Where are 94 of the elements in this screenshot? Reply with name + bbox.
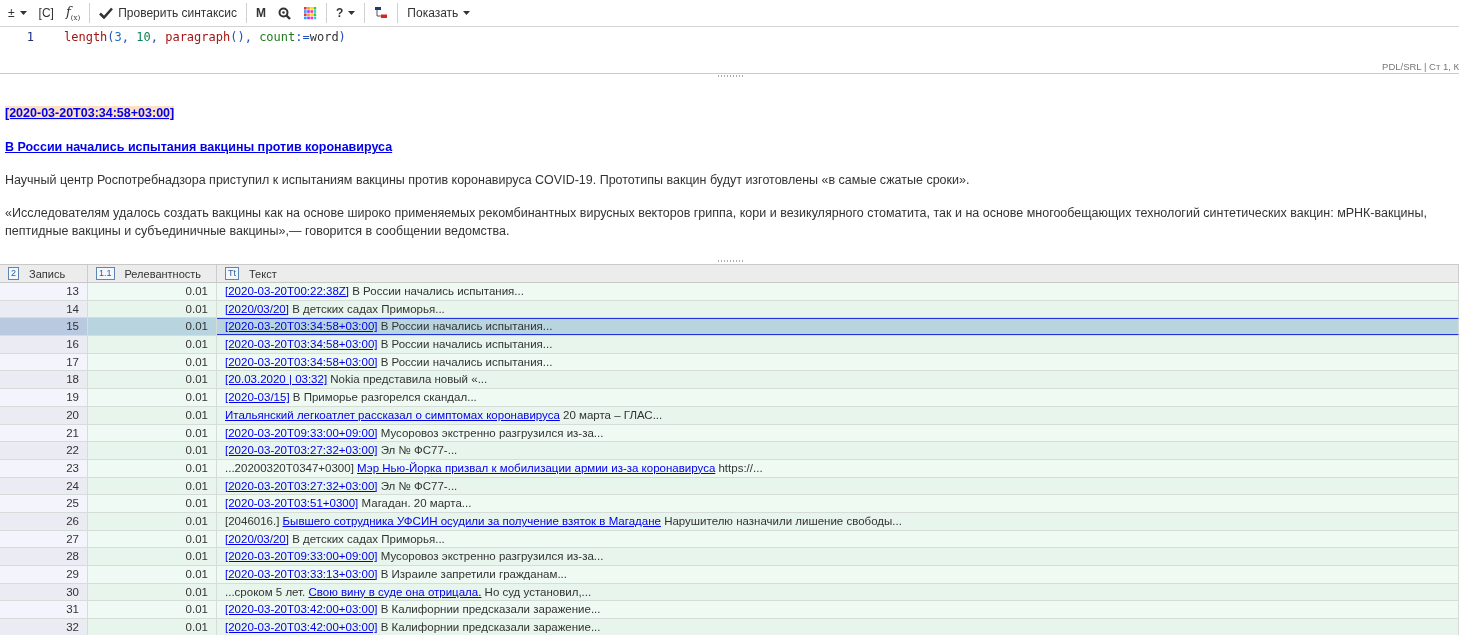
status-text: PDL/SRL | Ст 1, К <box>1382 60 1459 72</box>
text-link[interactable]: [2020-03-20T03:51+0300] <box>225 497 359 510</box>
toolbar-button[interactable]: ± <box>2 1 33 25</box>
table-cell: 0.01 <box>88 318 217 336</box>
table-cell: 19 <box>0 389 88 406</box>
table-row[interactable]: 22 0.01 [2020-03-20T03:27:32+03:00] Эл № ФС77-... <box>0 442 1459 460</box>
table-cell: 32 <box>0 619 88 635</box>
text-link[interactable]: [2020-03-20T03:42:00+03:00] <box>225 621 378 634</box>
zoom-icon <box>278 6 291 20</box>
table-cell: 0.01 <box>88 442 217 459</box>
line-number: 1 <box>25 30 34 44</box>
timestamp-link[interactable]: [2020-03-20T03:34:58+03:00] <box>5 106 175 120</box>
table-cell: 25 <box>0 495 88 512</box>
table-row[interactable]: 32 0.01 [2020-03-20T03:42:00+03:00] В Калифорнии предсказали заражение... <box>0 619 1459 635</box>
column-type-icon: 2 <box>8 267 19 280</box>
table-row[interactable]: 25 0.01 [2020-03-20T03:51+0300] Магадан. 20 марта... <box>0 495 1459 513</box>
table-cell: 0.01 <box>88 389 217 406</box>
table-cell: 28 <box>0 548 88 565</box>
table-cell: 0.01 <box>88 601 217 619</box>
code-editor[interactable]: 1 length(3, 10, paragraph(), count:=word) <box>0 27 1459 60</box>
code-line: length(3, 10, paragraph(), count:=word) <box>64 30 346 44</box>
table-cell: [2020-03-20T03:34:58+03:00] В России начались испытания... <box>217 336 1459 353</box>
column-header[interactable]: 2 Запись <box>0 265 88 282</box>
text-link[interactable]: Мэр Нью-Йорка призвал к мобилизации армии из-за коронавируса <box>357 461 716 474</box>
text-link[interactable]: Итальянский легкоатлет рассказал о симптомах коронавируса <box>225 408 560 421</box>
text-link[interactable]: [2020-03-20T03:42:00+03:00] <box>225 603 378 616</box>
table-row[interactable]: 19 0.01 [2020-03/15] В Приморье разгорелся скандал... <box>0 389 1459 407</box>
table-cell: [2020-03-20T03:42:00+03:00] В Калифорнии предсказали заражение... <box>217 619 1459 635</box>
text-link[interactable]: [2020-03-20T09:33:00+09:00] <box>225 426 378 439</box>
toolbar-button[interactable]: Показать <box>401 1 477 25</box>
text-link[interactable]: Свою вину в суде она отрицала. <box>308 585 482 598</box>
table-cell: 0.01 <box>88 548 217 565</box>
toolbar-button[interactable]: [C] <box>32 1 60 25</box>
table-row[interactable]: 29 0.01 [2020-03-20T03:33:13+03:00] В Израиле запретили гражданам... <box>0 566 1459 584</box>
article-paragraph: «Исследователям удалось создать вакцины как на основе широко применяемых рекомбинантных вирусных векторов гриппа, кори и везикулярного стоматита, так и на основе многообещающих технологий синтетических вакцин: мРНК-вакцины, пептидные вакцины и субъединичные вакцины»,— говорится в сообщении ведомства. <box>5 205 1428 240</box>
text-link[interactable]: [2020/03/20] <box>225 302 289 315</box>
article-paragraph: Научный центр Роспотребнадзора приступил к испытаниям вакцины против коронавируса COVID-19. Прототипы вакцин будут изготовлены «в самые сжатые сроки». <box>5 172 971 189</box>
splitter-handle[interactable] <box>716 75 743 77</box>
text-link[interactable]: [20.03.2020 | 03:32] <box>225 373 328 386</box>
table-cell: 0.01 <box>88 566 217 583</box>
table-cell: 0.01 <box>88 619 217 635</box>
table-row[interactable]: 28 0.01 [2020-03-20T09:33:00+09:00] Мусоровоз экстренно разгрузился из-за... <box>0 548 1459 566</box>
text-link[interactable]: Бывшего сотрудника УФСИН осудили за получение взяток в Магадане <box>282 514 661 527</box>
table-cell: [2020-03-20T03:34:58+03:00] В России начались испытания... <box>217 318 1459 336</box>
table-cell: [2020-03-20T00:22:38Z] В России начались испытания... <box>217 283 1459 300</box>
table-cell: [20.03.2020 | 03:32] Nokia представила новый «... <box>217 371 1459 389</box>
text-link[interactable]: [2020-03-20T03:34:58+03:00] <box>225 320 378 333</box>
toolbar-button[interactable]: f$_{(x)}$ <box>59 1 87 25</box>
text-link[interactable]: [2020-03-20T03:34:58+03:00] <box>225 338 378 351</box>
caret-icon <box>463 11 471 15</box>
table-cell: 0.01 <box>88 495 217 512</box>
text-link[interactable]: [2020-03-20T03:27:32+03:00] <box>225 479 378 492</box>
table-cell: 0.01 <box>88 371 217 389</box>
table-row[interactable]: 15 0.01 [2020-03-20T03:34:58+03:00] В России начались испытания... <box>0 318 1459 337</box>
column-type-icon: 1.1 <box>96 267 115 280</box>
table-cell: [2020-03-20T03:27:32+03:00] Эл № ФС77-... <box>217 442 1459 459</box>
table-cell: 31 <box>0 601 88 619</box>
article-title-link[interactable]: В России начались испытания вакцины против коронавируса <box>5 140 393 154</box>
table-cell: 18 <box>0 371 88 389</box>
text-link[interactable]: [2020-03-20T03:27:32+03:00] <box>225 444 378 457</box>
caret-icon <box>19 11 27 15</box>
table-cell: [2020-03-20T03:33:13+03:00] В Израиле запретили гражданам... <box>217 566 1459 583</box>
toolbar-button[interactable]: M <box>250 1 272 25</box>
column-header[interactable]: Tt Текст <box>217 265 1459 282</box>
table-cell: 15 <box>0 318 88 336</box>
table-cell: 0.01 <box>88 336 217 353</box>
splitter-handle[interactable] <box>716 260 743 262</box>
checkmark-icon <box>99 7 114 19</box>
table-row[interactable]: 31 0.01 [2020-03-20T03:42:00+03:00] В Калифорнии предсказали заражение... <box>0 601 1459 620</box>
table-cell: [2020-03-20T03:42:00+03:00] В Калифорнии предсказали заражение... <box>217 601 1459 619</box>
table-cell: 22 <box>0 442 88 459</box>
text-link[interactable]: [2020-03-20T03:33:13+03:00] <box>225 568 378 580</box>
text-link[interactable]: [2020-03-20T09:33:00+09:00] <box>225 550 378 563</box>
text-link[interactable]: [2020-03-20T03:34:58+03:00] <box>225 355 378 368</box>
column-header[interactable]: 1.1 Релевантность <box>88 265 217 282</box>
table-cell: 16 <box>0 336 88 353</box>
table-cell: 13 <box>0 283 88 300</box>
text-link[interactable]: [2020/03/20] <box>225 532 289 545</box>
caret-icon <box>348 11 356 15</box>
toolbar-button[interactable]: Проверить синтаксис <box>93 1 243 25</box>
table-cell: 0.01 <box>88 283 217 300</box>
table-cell: [2020-03-20T09:33:00+09:00] Мусоровоз экстренно разгрузился из-за... <box>217 548 1459 565</box>
text-link[interactable]: [2020-03/15] <box>225 391 290 404</box>
table-cell: [2020-03/15] В Приморье разгорелся скандал... <box>217 389 1459 406</box>
table-cell: [2020-03-20T03:51+0300] Магадан. 20 марта... <box>217 495 1459 512</box>
color-grid-icon <box>303 6 317 20</box>
table-row[interactable]: 18 0.01 [20.03.2020 | 03:32] Nokia представила новый «... <box>0 371 1459 390</box>
toolbar-button[interactable]: ? <box>330 1 362 25</box>
hierarchy-icon <box>374 6 389 20</box>
table-row[interactable]: 13 0.01 [2020-03-20T00:22:38Z] В России начались испытания... <box>0 283 1459 301</box>
text-link[interactable]: [2020-03-20T00:22:38Z] <box>225 285 350 297</box>
table-row[interactable]: 16 0.01 [2020-03-20T03:34:58+03:00] В России начались испытания... <box>0 336 1459 354</box>
table-cell: 29 <box>0 566 88 583</box>
column-type-icon: Tt <box>225 267 239 280</box>
